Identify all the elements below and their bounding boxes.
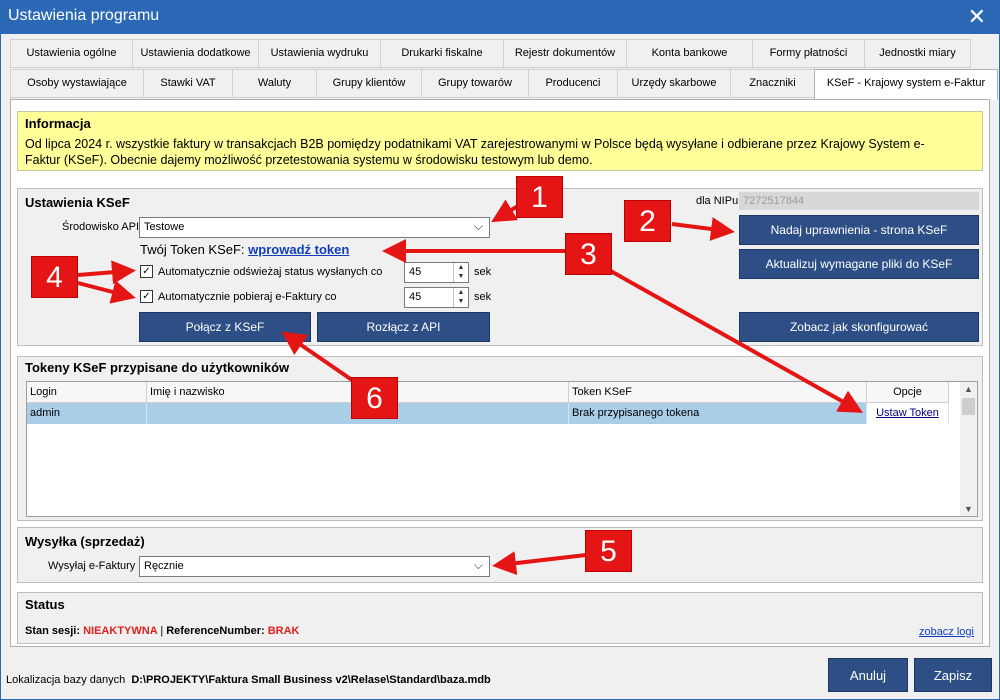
tab-konta-bankowe[interactable]: Konta bankowe [626, 39, 752, 68]
db-location-label: Lokalizacja bazy danych [6, 674, 126, 686]
status-heading: Status [25, 597, 65, 612]
auto-fetch-interval[interactable]: 45 ▲ ▼ [404, 287, 469, 308]
close-icon[interactable]: ✕ [968, 4, 986, 30]
tokens-table: Login Imię i nazwisko Token KSeF Opcje a… [26, 381, 978, 517]
env-select[interactable]: Testowe ⌵ [139, 217, 490, 238]
auto-refresh-unit: sek [474, 266, 492, 278]
session-status-line: Stan sesji: NIEAKTYWNA | ReferenceNumber… [25, 625, 300, 637]
tab-grupy-klientow[interactable]: Grupy klientów [316, 69, 421, 98]
token-label: Twój Token KSeF: [140, 242, 245, 257]
marker-6: 6 [351, 377, 398, 419]
db-location: Lokalizacja bazy danych D:\PROJEKTY\Fakt… [6, 674, 491, 686]
checkmark-icon: ✓ [140, 265, 153, 278]
chevron-down-icon: ⌵ [473, 219, 483, 233]
token-line: Twój Token KSeF: wprowadź token [140, 242, 349, 257]
view-logs-link[interactable]: zobacz logi [919, 626, 974, 638]
auto-refresh-interval[interactable]: 45 ▲ ▼ [404, 262, 469, 283]
auto-fetch-checkbox[interactable]: ✓ Automatycznie pobieraj e-Faktury co [140, 290, 337, 303]
col-options[interactable]: Opcje [867, 382, 949, 403]
save-button[interactable]: Zapisz [914, 658, 992, 692]
auto-refresh-checkbox[interactable]: ✓ Automatycznie odświeżaj status wysłany… [140, 265, 382, 278]
update-files-button[interactable]: Aktualizuj wymagane pliki do KSeF [739, 249, 979, 279]
cancel-button[interactable]: Anuluj [828, 658, 908, 692]
marker-1: 1 [516, 176, 563, 218]
spin-arrows-icon[interactable]: ▲ ▼ [453, 263, 468, 282]
tab-ustawienia-ogolne[interactable]: Ustawienia ogólne [10, 39, 132, 68]
status-panel: Status Stan sesji: NIEAKTYWNA | Referenc… [17, 592, 983, 644]
cell-login: admin [27, 403, 147, 424]
tab-page-ksef: Informacja Od lipca 2024 r. wszystkie fa… [10, 99, 990, 647]
connect-ksef-button[interactable]: Połącz z KSeF [139, 312, 311, 342]
status-separator: | [160, 625, 164, 637]
sending-mode-select[interactable]: Ręcznie ⌵ [139, 556, 490, 577]
tab-formy-platnosci[interactable]: Formy płatności [752, 39, 864, 68]
auto-refresh-value: 45 [409, 266, 422, 278]
tokens-scrollbar[interactable]: ▲ ▼ [960, 382, 977, 516]
sending-panel: Wysyłka (sprzedaż) Wysyłaj e-Faktury Ręc… [17, 527, 983, 583]
tab-jednostki-miary[interactable]: Jednostki miary [864, 39, 971, 68]
tab-producenci[interactable]: Producenci [528, 69, 617, 98]
ksef-settings-heading: Ustawienia KSeF [25, 195, 130, 210]
tab-row-2: Osoby wystawiające Stawki VAT Waluty Gru… [10, 69, 998, 100]
db-location-path: D:\PROJEKTY\Faktura Small Business v2\Re… [131, 674, 491, 686]
tab-ksef[interactable]: KSeF - Krajowy system e-Faktur [814, 69, 998, 100]
checkmark-icon: ✓ [140, 290, 153, 303]
marker-4: 4 [31, 256, 78, 298]
set-token-link[interactable]: Ustaw Token [867, 403, 949, 424]
nip-label: dla NIPu [696, 195, 739, 207]
auto-fetch-label: Automatycznie pobieraj e-Faktury co [158, 290, 337, 303]
window-title: Ustawienia programu [8, 7, 160, 24]
tab-waluty[interactable]: Waluty [232, 69, 316, 98]
col-login[interactable]: Login [27, 382, 147, 403]
tab-stawki-vat[interactable]: Stawki VAT [143, 69, 232, 98]
ref-label: ReferenceNumber: [166, 625, 265, 637]
tab-row-1: Ustawienia ogólne Ustawienia dodatkowe U… [10, 39, 971, 68]
scroll-thumb[interactable] [962, 398, 975, 415]
marker-3: 3 [565, 233, 612, 275]
auto-refresh-label: Automatycznie odświeżaj status wysłanych… [158, 265, 383, 278]
col-token[interactable]: Token KSeF [569, 382, 867, 403]
tokens-heading: Tokeny KSeF przypisane do użytkowników [25, 360, 290, 375]
env-label: Środowisko API [62, 221, 140, 233]
auto-fetch-unit: sek [474, 291, 492, 303]
scroll-down-icon[interactable]: ▼ [964, 504, 973, 514]
enter-token-link[interactable]: wprowadź token [248, 242, 349, 257]
ksef-settings-panel: Ustawienia KSeF Środowisko API Testowe ⌵… [17, 188, 983, 346]
sending-mode-value: Ręcznie [144, 560, 184, 572]
disconnect-api-button[interactable]: Rozłącz z API [317, 312, 490, 342]
tab-ustawienia-dodatkowe[interactable]: Ustawienia dodatkowe [132, 39, 258, 68]
tab-ustawienia-wydruku[interactable]: Ustawienia wydruku [258, 39, 380, 68]
tab-rejestr-dokumentow[interactable]: Rejestr dokumentów [503, 39, 626, 68]
ref-value: BRAK [267, 625, 300, 637]
tokens-table-header: Login Imię i nazwisko Token KSeF Opcje [27, 382, 949, 403]
nip-value: 7272517844 [739, 192, 979, 210]
tokens-panel: Tokeny KSeF przypisane do użytkowników L… [17, 356, 983, 521]
cell-token: Brak przypisanego tokena [569, 403, 867, 424]
sending-label: Wysyłaj e-Faktury [48, 560, 136, 572]
chevron-down-icon: ⌵ [473, 558, 483, 572]
session-value: NIEAKTYWNA [83, 625, 158, 637]
auto-fetch-value: 45 [409, 291, 422, 303]
spin-arrows-icon[interactable]: ▲ ▼ [453, 288, 468, 307]
marker-5: 5 [585, 530, 632, 572]
info-panel: Informacja Od lipca 2024 r. wszystkie fa… [17, 111, 983, 171]
env-value: Testowe [144, 221, 185, 233]
session-label: Stan sesji: [25, 625, 81, 637]
sending-heading: Wysyłka (sprzedaż) [25, 534, 145, 549]
tab-grupy-towarow[interactable]: Grupy towarów [421, 69, 528, 98]
grant-permissions-button[interactable]: Nadaj uprawnienia - strona KSeF [739, 215, 979, 245]
info-text: Od lipca 2024 r. wszystkie faktury w tra… [25, 137, 925, 167]
tab-osoby-wystawiajace[interactable]: Osoby wystawiające [10, 69, 143, 98]
tab-drukarki-fiskalne[interactable]: Drukarki fiskalne [380, 39, 503, 68]
title-bar: Ustawienia programu ✕ [0, 0, 1000, 34]
marker-2: 2 [624, 200, 671, 242]
scroll-up-icon[interactable]: ▲ [964, 384, 973, 394]
table-row[interactable]: admin Brak przypisanego tokena Ustaw Tok… [27, 403, 949, 424]
info-heading: Informacja [25, 116, 91, 131]
tab-urzedy-skarbowe[interactable]: Urzędy skarbowe [617, 69, 730, 98]
tab-znaczniki[interactable]: Znaczniki [730, 69, 814, 98]
see-configuration-button[interactable]: Zobacz jak skonfigurować [739, 312, 979, 342]
